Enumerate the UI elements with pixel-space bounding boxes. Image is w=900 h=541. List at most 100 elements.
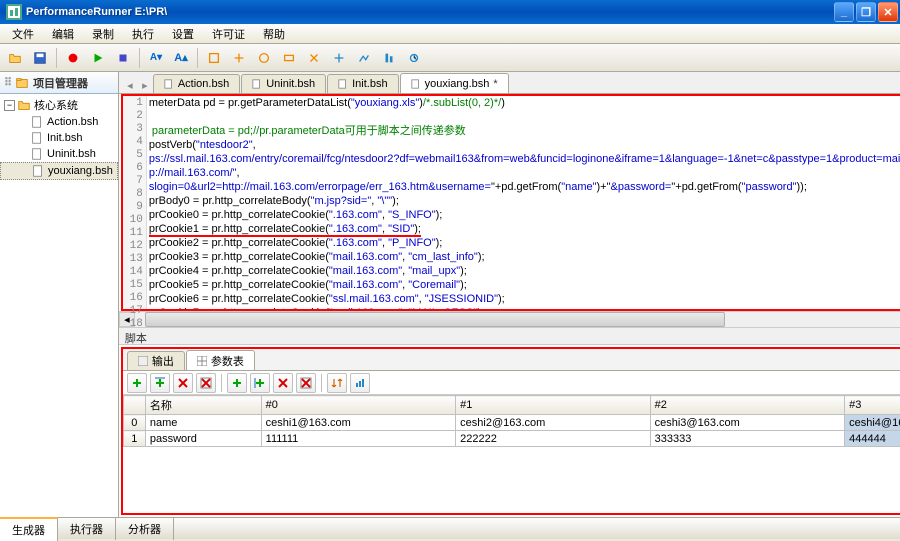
delete-col-icon[interactable] (273, 373, 293, 393)
add-row-icon[interactable] (127, 373, 147, 393)
action4-icon[interactable] (278, 47, 300, 69)
cell-highlighted[interactable]: 444444 (845, 431, 900, 447)
col-0[interactable]: #0 (261, 396, 455, 415)
sidebar-title: 项目管理器 (33, 75, 88, 91)
grid-row[interactable]: 0 name ceshi1@163.com ceshi2@163.com ces… (123, 415, 900, 431)
add-col-icon[interactable] (227, 373, 247, 393)
insert-row-icon[interactable] (150, 373, 170, 393)
sidebar-header: ⠿ 项目管理器 (0, 72, 118, 94)
play-icon[interactable] (87, 47, 109, 69)
grip-icon: ⠿ (4, 76, 11, 89)
tree-file-init[interactable]: Init.bsh (0, 130, 118, 146)
menu-help[interactable]: 帮助 (255, 24, 293, 44)
open-icon[interactable] (4, 47, 26, 69)
file-icon (30, 131, 44, 145)
cell-name[interactable]: name (145, 415, 261, 431)
scroll-thumb[interactable] (145, 312, 725, 327)
menu-settings[interactable]: 设置 (164, 24, 202, 44)
file-icon (30, 147, 44, 161)
param-grid[interactable]: 名称 #0 #1 #2 #3 0 name ceshi1@163.com ces… (123, 395, 900, 447)
tree-file-action[interactable]: Action.bsh (0, 114, 118, 130)
cell[interactable]: ceshi2@163.com (456, 415, 650, 431)
row-index[interactable]: 0 (123, 415, 145, 431)
mode-generator[interactable]: 生成器 (0, 517, 58, 541)
action6-icon[interactable] (328, 47, 350, 69)
menu-run[interactable]: 执行 (124, 24, 162, 44)
file-icon (30, 115, 44, 129)
grid-corner (123, 396, 145, 415)
file-icon (164, 79, 174, 89)
tree-root[interactable]: − 核心系统 (0, 96, 118, 114)
code-editor[interactable]: 123456789101112131415161718 meterData pd… (121, 94, 900, 311)
action9-icon[interactable] (403, 47, 425, 69)
bottom-tabs: 输出 参数表 (123, 349, 900, 371)
window-title: PerformanceRunner E:\PR\ (26, 6, 834, 18)
font-size-down-icon[interactable]: A▾ (145, 47, 167, 69)
row-index[interactable]: 1 (123, 431, 145, 447)
cell-highlighted[interactable]: ceshi4@163.com (845, 415, 900, 431)
maximize-button[interactable]: ❐ (856, 2, 876, 22)
code-content[interactable]: meterData pd = pr.getParameterDataList("… (147, 96, 900, 309)
cell[interactable]: 111111 (261, 431, 455, 447)
record-icon[interactable] (62, 47, 84, 69)
script-label: 脚本 (119, 327, 900, 345)
menu-file[interactable]: 文件 (4, 24, 42, 44)
clear-cols-icon[interactable] (296, 373, 316, 393)
tree-root-label: 核心系统 (34, 97, 78, 113)
tab-prev-icon[interactable]: ◂ (123, 77, 137, 93)
action8-icon[interactable] (378, 47, 400, 69)
save-icon[interactable] (29, 47, 51, 69)
col-3[interactable]: #3 (845, 396, 900, 415)
tab-next-icon[interactable]: ▸ (138, 77, 152, 93)
font-size-up-icon[interactable]: A▴ (170, 47, 192, 69)
project-icon (15, 76, 29, 90)
tab-params[interactable]: 参数表 (186, 350, 255, 370)
param-toolbar (123, 371, 900, 395)
titlebar: PerformanceRunner E:\PR\ _ ❐ ✕ (0, 0, 900, 24)
project-tree[interactable]: − 核心系统 Action.bsh Init.bsh Uninit.bsh yo… (0, 94, 118, 517)
grid-row[interactable]: 1 password 111111 222222 333333 444444 (123, 431, 900, 447)
editor-h-scrollbar[interactable]: ◂ ▸ (119, 311, 900, 327)
action2-icon[interactable] (228, 47, 250, 69)
action3-icon[interactable] (253, 47, 275, 69)
menu-record[interactable]: 录制 (84, 24, 122, 44)
cell[interactable]: 222222 (456, 431, 650, 447)
mode-analyzer[interactable]: 分析器 (116, 518, 174, 540)
folder-open-icon (17, 98, 31, 112)
editor-area: ◂ ▸ Action.bsh Uninit.bsh Init.bsh youxi… (119, 72, 900, 517)
insert-col-icon[interactable] (250, 373, 270, 393)
mode-runner[interactable]: 执行器 (58, 518, 116, 540)
tab-uninit[interactable]: Uninit.bsh (241, 74, 326, 93)
action1-icon[interactable] (203, 47, 225, 69)
menu-license[interactable]: 许可证 (204, 24, 253, 44)
delete-row-icon[interactable] (173, 373, 193, 393)
stop-icon[interactable] (112, 47, 134, 69)
param-grid-wrap[interactable]: 名称 #0 #1 #2 #3 0 name ceshi1@163.com ces… (123, 395, 900, 513)
clear-rows-icon[interactable] (196, 373, 216, 393)
bottom-panel: 输出 参数表 名称 (121, 347, 900, 515)
tree-file-uninit[interactable]: Uninit.bsh (0, 146, 118, 162)
tab-youxiang[interactable]: youxiang.bsh* (400, 73, 509, 93)
chart-icon[interactable] (350, 373, 370, 393)
collapse-icon[interactable]: − (4, 100, 15, 111)
cell[interactable]: ceshi1@163.com (261, 415, 455, 431)
action7-icon[interactable] (353, 47, 375, 69)
col-name[interactable]: 名称 (145, 396, 261, 415)
tab-action[interactable]: Action.bsh (153, 74, 240, 93)
editor-tabs: ◂ ▸ Action.bsh Uninit.bsh Init.bsh youxi… (119, 72, 900, 94)
cell[interactable]: 333333 (650, 431, 844, 447)
line-gutter: 123456789101112131415161718 (123, 96, 147, 309)
grid-header-row: 名称 #0 #1 #2 #3 (123, 396, 900, 415)
sort-icon[interactable] (327, 373, 347, 393)
col-2[interactable]: #2 (650, 396, 844, 415)
cell-name[interactable]: password (145, 431, 261, 447)
cell[interactable]: ceshi3@163.com (650, 415, 844, 431)
tree-file-youxiang[interactable]: youxiang.bsh (0, 162, 118, 180)
minimize-button[interactable]: _ (834, 2, 854, 22)
menu-edit[interactable]: 编辑 (44, 24, 82, 44)
close-button[interactable]: ✕ (878, 2, 898, 22)
action5-icon[interactable] (303, 47, 325, 69)
tab-output[interactable]: 输出 (127, 351, 185, 370)
tab-init[interactable]: Init.bsh (327, 74, 398, 93)
col-1[interactable]: #1 (456, 396, 650, 415)
